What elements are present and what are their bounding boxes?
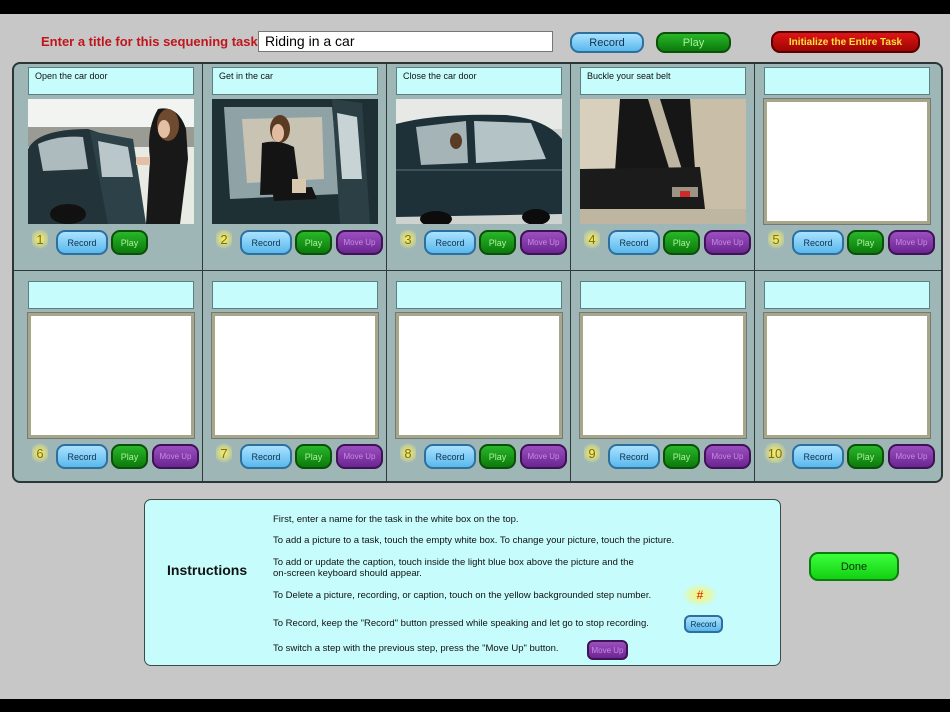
step-number[interactable]: 6 <box>32 443 48 463</box>
step-caption-box[interactable] <box>396 281 562 309</box>
step-move-up-button[interactable]: Move Up <box>520 444 567 469</box>
step-record-button[interactable]: Record <box>56 230 108 255</box>
instruction-line: To add a picture to a task, touch the em… <box>273 535 675 546</box>
step-number[interactable]: 3 <box>400 229 416 249</box>
title-record-button[interactable]: Record <box>570 32 644 53</box>
step-number[interactable]: 9 <box>584 443 600 463</box>
step-play-button[interactable]: Play <box>295 230 332 255</box>
done-button[interactable]: Done <box>809 552 899 581</box>
step-cell: 7 Record Play Move Up <box>198 278 386 481</box>
step-move-up-button[interactable]: Move Up <box>336 230 383 255</box>
step-cell: 9 Record Play Move Up <box>566 278 754 481</box>
instruction-line: To add or update the caption, touch insi… <box>273 557 634 568</box>
step-photo[interactable] <box>28 99 194 224</box>
top-status-bar <box>0 0 950 14</box>
step-number[interactable]: 7 <box>216 443 232 463</box>
instruction-line: on-screen keyboard should appear. <box>273 568 422 579</box>
step-record-button[interactable]: Record <box>240 230 292 255</box>
empty-picture-box[interactable] <box>28 313 194 438</box>
step-move-up-button[interactable]: Move Up <box>888 444 935 469</box>
step-move-up-button[interactable]: Move Up <box>152 444 199 469</box>
step-play-button[interactable]: Play <box>479 444 516 469</box>
step-cell: 10 Record Play Move Up <box>750 278 938 481</box>
step-number[interactable]: 4 <box>584 229 600 249</box>
instruction-line: To switch a step with the previous step,… <box>273 643 559 654</box>
step-record-button[interactable]: Record <box>792 230 844 255</box>
instruction-line: To Delete a picture, recording, or capti… <box>273 590 652 601</box>
step-caption-box[interactable]: Close the car door <box>396 67 562 95</box>
step-play-button[interactable]: Play <box>295 444 332 469</box>
step-number[interactable]: 8 <box>400 443 416 463</box>
step-cell: Close the car door 3 Record Play Move Up <box>382 64 570 270</box>
step-caption-box[interactable] <box>764 67 930 95</box>
sample-step-number-hash: # <box>683 584 717 606</box>
step-photo[interactable] <box>396 99 562 224</box>
step-play-button[interactable]: Play <box>111 444 148 469</box>
step-record-button[interactable]: Record <box>424 230 476 255</box>
step-cell: Open the car door 1 Record Play <box>14 64 202 270</box>
step-caption-box[interactable] <box>28 281 194 309</box>
step-cell: 5 Record Play Move Up <box>750 64 938 270</box>
step-move-up-button[interactable]: Move Up <box>888 230 935 255</box>
step-record-button[interactable]: Record <box>240 444 292 469</box>
step-record-button[interactable]: Record <box>608 230 660 255</box>
step-record-button[interactable]: Record <box>424 444 476 469</box>
step-play-button[interactable]: Play <box>847 230 884 255</box>
step-photo[interactable] <box>212 99 378 224</box>
step-number[interactable]: 2 <box>216 229 232 249</box>
step-number[interactable]: 1 <box>32 229 48 249</box>
step-caption-box[interactable] <box>764 281 930 309</box>
close-car-door-photo <box>396 99 562 224</box>
empty-picture-box[interactable] <box>764 313 930 438</box>
step-play-button[interactable]: Play <box>847 444 884 469</box>
grid-divider <box>14 270 941 271</box>
open-car-door-photo <box>28 99 194 224</box>
buckle-seat-belt-photo <box>580 99 746 224</box>
step-caption-box[interactable]: Get in the car <box>212 67 378 95</box>
empty-picture-box[interactable] <box>212 313 378 438</box>
empty-picture-box[interactable] <box>764 99 930 224</box>
initialize-task-button[interactable]: Initialize the Entire Task <box>771 31 920 53</box>
sample-move-up-button: Move Up <box>587 640 628 660</box>
step-play-button[interactable]: Play <box>663 444 700 469</box>
step-move-up-button[interactable]: Move Up <box>520 230 567 255</box>
step-move-up-button[interactable]: Move Up <box>336 444 383 469</box>
sample-record-button: Record <box>684 615 723 633</box>
step-photo[interactable] <box>580 99 746 224</box>
step-move-up-button[interactable]: Move Up <box>704 230 751 255</box>
step-play-button[interactable]: Play <box>663 230 700 255</box>
bottom-bar <box>0 699 950 712</box>
get-in-car-photo <box>212 99 378 224</box>
step-number[interactable]: 5 <box>768 229 784 249</box>
step-move-up-button[interactable]: Move Up <box>704 444 751 469</box>
task-title-label: Enter a title for this sequening task: <box>41 34 263 49</box>
step-caption-box[interactable] <box>580 281 746 309</box>
instruction-line: First, enter a name for the task in the … <box>273 514 519 525</box>
instructions-title: Instructions <box>167 562 248 578</box>
instructions-panel: Instructions First, enter a name for the… <box>144 499 781 666</box>
step-play-button[interactable]: Play <box>479 230 516 255</box>
task-title-input[interactable]: Riding in a car <box>258 31 553 52</box>
step-record-button[interactable]: Record <box>608 444 660 469</box>
title-play-button[interactable]: Play <box>656 32 731 53</box>
step-record-button[interactable]: Record <box>56 444 108 469</box>
step-caption-box[interactable]: Open the car door <box>28 67 194 95</box>
step-number[interactable]: 10 <box>764 443 786 463</box>
step-record-button[interactable]: Record <box>792 444 844 469</box>
empty-picture-box[interactable] <box>580 313 746 438</box>
step-caption-box[interactable]: Buckle your seat belt <box>580 67 746 95</box>
instruction-line: To Record, keep the "Record" button pres… <box>273 618 649 629</box>
empty-picture-box[interactable] <box>396 313 562 438</box>
step-cell: 6 Record Play Move Up <box>14 278 202 481</box>
step-play-button[interactable]: Play <box>111 230 148 255</box>
step-cell: Buckle your seat belt 4 Record Play Move… <box>566 64 754 270</box>
step-cell: Get in the car 2 Record Play Move Up <box>198 64 386 270</box>
step-caption-box[interactable] <box>212 281 378 309</box>
step-grid: Open the car door 1 Record Play Get in t… <box>12 62 943 483</box>
step-cell: 8 Record Play Move Up <box>382 278 570 481</box>
